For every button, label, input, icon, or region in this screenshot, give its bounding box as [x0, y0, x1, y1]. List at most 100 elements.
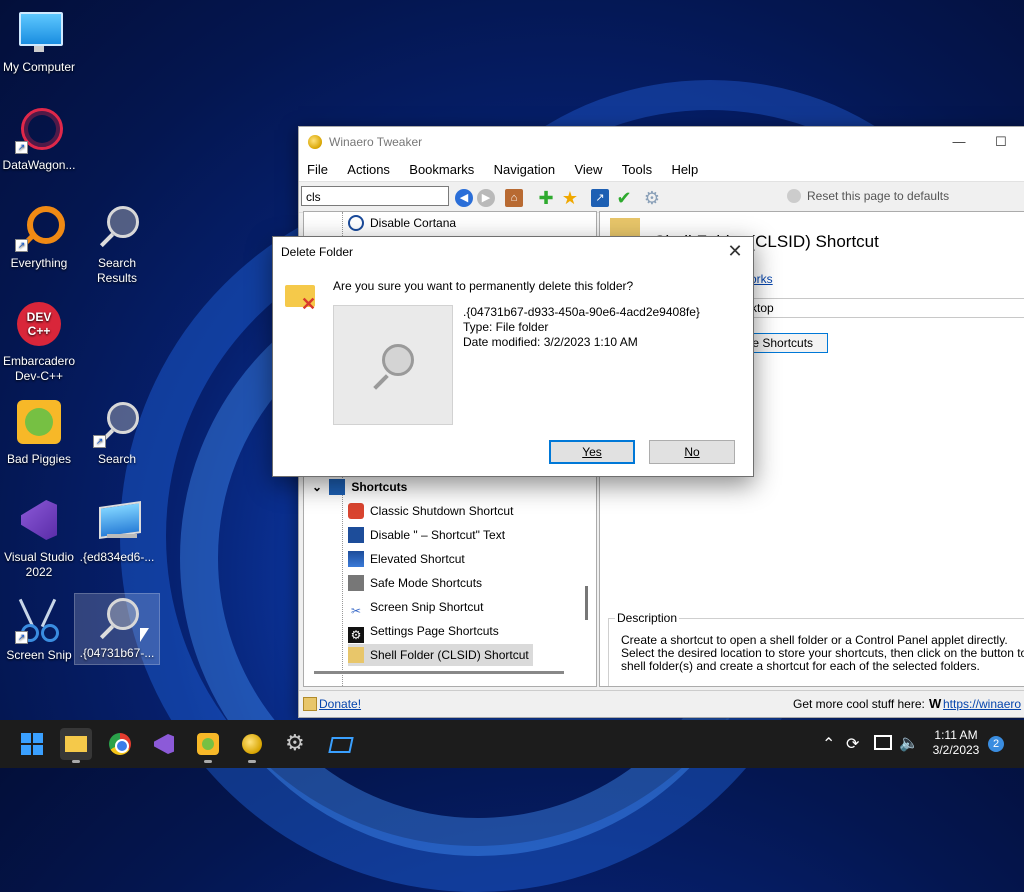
tray-chevron-icon[interactable]: ⌃: [822, 734, 835, 754]
start-button[interactable]: [16, 728, 48, 760]
settings-gear-icon[interactable]: ⚙: [643, 189, 661, 207]
tree-item-classic-shutdown[interactable]: Classic Shutdown Shortcut: [348, 500, 517, 522]
notification-badge[interactable]: 2: [988, 736, 1004, 752]
home-icon[interactable]: ⌂: [505, 189, 523, 207]
desktop-icon-screen-snip[interactable]: ↗ Screen Snip: [0, 596, 81, 663]
menu-help[interactable]: Help: [663, 157, 706, 177]
desktop-icon-label: .{ed834ed6-...: [79, 550, 155, 564]
folder-icon: [65, 736, 87, 752]
tree-item-safe-mode[interactable]: Safe Mode Shortcuts: [348, 572, 486, 594]
clsid-folder-icon: [93, 498, 141, 546]
description-line: shell folder(s) and create a shortcut fo…: [621, 659, 980, 673]
sync-icon[interactable]: ⟳: [846, 734, 859, 754]
menu-view[interactable]: View: [566, 157, 610, 177]
desktop-icon-label: My Computer: [2, 60, 76, 74]
status-bar: Donate! Get more cool stuff here: W http…: [299, 690, 1024, 717]
desktop-icon-datawagon[interactable]: ↗ DataWagon...: [0, 106, 81, 173]
tree-scrollbar[interactable]: [585, 586, 588, 620]
tree-item-screen-snip[interactable]: ✂ Screen Snip Shortcut: [348, 596, 487, 618]
desktop-icon-label: Everything: [10, 256, 68, 270]
menu-file[interactable]: File: [299, 157, 336, 177]
tree-item-shell-folder-clsid[interactable]: Shell Folder (CLSID) Shortcut: [348, 644, 533, 666]
taskbar-winaero-tweaker[interactable]: [236, 728, 268, 763]
menu-navigation[interactable]: Navigation: [486, 157, 563, 177]
back-icon[interactable]: ◀: [455, 189, 473, 207]
description-line: Create a shortcut to open a shell folder…: [621, 633, 1008, 647]
add-bookmark-icon[interactable]: ✚: [537, 189, 555, 207]
settings-gear-icon: ⚙: [348, 627, 364, 643]
bad-piggies-icon: [15, 400, 63, 448]
reset-label: Reset this page to defaults: [807, 189, 950, 203]
taskbar-settings[interactable]: ⚙: [280, 728, 312, 760]
menu-actions[interactable]: Actions: [339, 157, 398, 177]
desktop-icon-search-results[interactable]: Search Results: [75, 204, 159, 286]
search-input[interactable]: cls: [301, 186, 449, 206]
folder-name: .{04731b67-d933-450a-90e6-4acd2e9408fe}: [463, 305, 700, 319]
desktop-icon-label: Embarcadero Dev-C++: [2, 354, 76, 383]
shortcut-arrow-icon: ↗: [15, 239, 28, 252]
bookmarks-star-icon[interactable]: ★: [561, 189, 579, 207]
visual-studio-icon: [154, 734, 174, 754]
apply-check-icon[interactable]: ✔: [615, 189, 633, 207]
delete-folder-icon: ✕: [285, 281, 319, 313]
desktop-icon-label: Bad Piggies: [6, 452, 72, 466]
tree-hscrollbar[interactable]: [314, 671, 564, 674]
magnifier-icon: [382, 344, 414, 376]
taskbar-file-explorer[interactable]: [60, 728, 92, 763]
tree-section-shortcuts[interactable]: ⌄ Shortcuts: [312, 476, 411, 498]
reset-icon: [787, 189, 801, 203]
taskbar-remote-app[interactable]: [324, 728, 356, 760]
folder-thumbnail: [333, 305, 453, 425]
shortcut-arrow-icon: [348, 527, 364, 543]
tree-item-disable-cortana[interactable]: Disable Cortana: [348, 212, 460, 234]
desktop-icon-everything[interactable]: ↗ Everything: [0, 204, 81, 271]
taskbar: ⚙ ⌃ ⟳ 🔈 1:11 AM 3/2/2023 2: [0, 720, 1024, 768]
forward-icon[interactable]: ▶: [477, 189, 495, 207]
scissors-icon: ↗: [15, 596, 63, 644]
network-icon[interactable]: [874, 735, 892, 750]
taskbar-bad-piggies[interactable]: [192, 728, 224, 763]
winaero-url-link[interactable]: https://winaero: [943, 697, 1021, 711]
taskbar-chrome[interactable]: [104, 728, 136, 760]
magnifier-folder-icon: [93, 594, 141, 642]
folder-info: .{04731b67-d933-450a-90e6-4acd2e9408fe} …: [463, 305, 700, 350]
taskbar-visual-studio[interactable]: [148, 728, 180, 760]
reset-page-button[interactable]: Reset this page to defaults: [787, 189, 949, 203]
toolbar: cls ◀ ▶ ⌂ ✚ ★ ↗ ✔ ⚙ Reset this page to d…: [299, 182, 1024, 213]
windows-logo-icon: [21, 733, 43, 755]
folder-modified: Date modified: 3/2/2023 1:10 AM: [463, 335, 638, 349]
datawagon-icon: ↗: [15, 106, 63, 154]
shortcut-icon[interactable]: ↗: [591, 189, 609, 207]
desktop-icon-devcpp[interactable]: DEV C++ Embarcadero Dev-C++: [0, 302, 81, 384]
shortcut-arrow-icon: ↗: [15, 141, 28, 154]
tree-item-elevated-shortcut[interactable]: Elevated Shortcut: [348, 548, 469, 570]
maximize-button[interactable]: ☐: [981, 131, 1021, 153]
location-field[interactable]: ktop: [748, 298, 1024, 318]
close-icon[interactable]: ✕: [721, 239, 749, 263]
menu-tools[interactable]: Tools: [614, 157, 660, 177]
desktop-icon-my-computer[interactable]: My Computer: [0, 8, 81, 75]
tree-item-disable-shortcut-text[interactable]: Disable " – Shortcut" Text: [348, 524, 509, 546]
tree-item-settings-page[interactable]: ⚙ Settings Page Shortcuts: [348, 620, 503, 643]
desktop-icon-clsid-ed834ed6[interactable]: .{ed834ed6-...: [75, 498, 159, 565]
donate-link[interactable]: Donate!: [319, 697, 361, 711]
desktop-icon-bad-piggies[interactable]: Bad Piggies: [0, 400, 81, 467]
menu-bookmarks[interactable]: Bookmarks: [401, 157, 482, 177]
desktop-icon-label: Screen Snip: [6, 648, 72, 662]
clock[interactable]: 1:11 AM 3/2/2023: [928, 728, 984, 758]
no-button[interactable]: No: [649, 440, 735, 464]
description-title: Description: [615, 611, 680, 625]
elevated-shield-icon: [348, 551, 364, 567]
desktop-icon-visual-studio[interactable]: Visual Studio 2022: [0, 498, 81, 580]
description-line: Select the desired location to store you…: [621, 646, 1024, 660]
safe-mode-icon: [348, 575, 364, 591]
desktop-icon-search[interactable]: ↗ Search: [75, 400, 159, 467]
delete-folder-dialog: Delete Folder ✕ ✕ Are you sure you want …: [272, 236, 754, 477]
donate-icon: [303, 697, 317, 711]
everything-search-icon: ↗: [15, 204, 65, 252]
yes-button[interactable]: Yes: [549, 440, 635, 464]
shortcut-arrow-icon: ↗: [93, 435, 106, 448]
volume-icon[interactable]: 🔈: [899, 733, 919, 753]
winaero-app-icon: [308, 135, 322, 149]
minimize-button[interactable]: —: [939, 131, 979, 153]
